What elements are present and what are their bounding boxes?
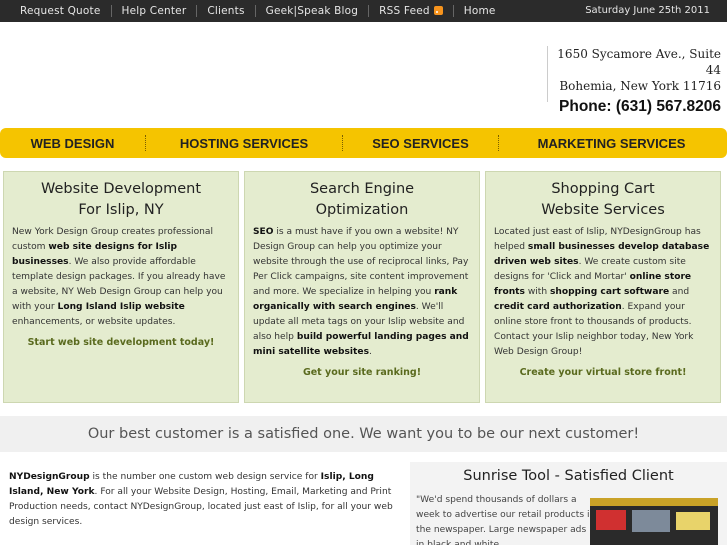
top-bar: Request Quote Help Center Clients Geek|S…: [0, 0, 727, 22]
main-nav: WEB DESIGN HOSTING SERVICES SEO SERVICES…: [0, 128, 727, 158]
column-body: New York Design Group creates profession…: [12, 225, 230, 330]
text: .: [368, 347, 372, 357]
rss-icon: [433, 6, 443, 15]
column-seo: Search Engine Optimization SEO is a must…: [244, 171, 480, 403]
testimonial-quote: "We'd spend thousands of dollars a week …: [416, 495, 596, 545]
current-date: Saturday June 25th 2011: [585, 5, 710, 16]
main-nav-marketing-services[interactable]: MARKETING SERVICES: [499, 136, 724, 151]
main-nav-seo-services[interactable]: SEO SERVICES: [343, 136, 498, 151]
nav-help-center[interactable]: Help Center: [112, 5, 197, 17]
address-divider: [547, 46, 548, 102]
address-street: 1650 Sycamore Ave., Suite 44: [557, 47, 721, 77]
column-body: Located just east of Islip, NYDesignGrou…: [494, 225, 712, 360]
text: with: [524, 287, 551, 297]
testimonial-panel: Sunrise Tool - Satisfied Client "We'd sp…: [410, 462, 727, 545]
column-shopping-cart: Shopping Cart Website Services Located j…: [485, 171, 721, 403]
keyword: credit card authorization: [494, 302, 622, 312]
client-screenshot-image[interactable]: [590, 498, 718, 545]
image-product: [596, 510, 626, 530]
text: and: [669, 287, 690, 297]
nav-rss-label: RSS Feed: [379, 5, 430, 17]
column-title-line1: Website Development: [40, 181, 202, 197]
column-title: Shopping Cart Website Services: [494, 179, 712, 221]
top-nav: Request Quote Help Center Clients Geek|S…: [10, 0, 506, 22]
contact-address: 1650 Sycamore Ave., Suite 44 Bohemia, Ne…: [547, 46, 723, 115]
column-title-line1: Search Engine: [309, 181, 415, 197]
image-header-stripe: [590, 498, 718, 506]
main-nav-hosting-services[interactable]: HOSTING SERVICES: [146, 136, 342, 151]
image-product: [632, 510, 670, 532]
nav-clients[interactable]: Clients: [197, 5, 254, 17]
main-nav-web-design[interactable]: WEB DESIGN: [0, 136, 145, 151]
column-title: Search Engine Optimization: [253, 179, 471, 221]
nav-rss-feed[interactable]: RSS Feed: [369, 5, 453, 17]
keyword: shopping cart software: [550, 287, 670, 297]
column-title-line2: For Islip, NY: [78, 202, 164, 218]
create-store-link[interactable]: Create your virtual store front!: [494, 367, 712, 378]
nav-request-quote[interactable]: Request Quote: [10, 5, 111, 17]
keyword: Long Island Islip website: [57, 302, 185, 312]
company-name: NYDesignGroup: [9, 472, 90, 482]
intro-paragraph: NYDesignGroup is the number one custom w…: [9, 470, 395, 530]
address-city: Bohemia, New York 11716: [559, 79, 721, 93]
column-website-development: Website Development For Islip, NY New Yo…: [3, 171, 239, 403]
get-ranking-link[interactable]: Get your site ranking!: [253, 367, 471, 378]
tagline-banner: Our best customer is a satisfied one. We…: [0, 416, 727, 452]
keyword: SEO: [253, 227, 274, 237]
image-product: [676, 512, 710, 530]
phone-number: Phone: (631) 567.8206: [559, 98, 721, 115]
nav-geekspeak-blog[interactable]: Geek|Speak Blog: [256, 5, 369, 17]
column-body: SEO is a must have if you own a website!…: [253, 225, 471, 360]
column-title: Website Development For Islip, NY: [12, 179, 230, 221]
nav-home[interactable]: Home: [454, 5, 506, 17]
column-title-line1: Shopping Cart: [551, 181, 655, 197]
text: enhancements, or website updates.: [12, 317, 176, 327]
column-title-line2: Website Services: [541, 202, 665, 218]
testimonial-title: Sunrise Tool - Satisfied Client: [463, 468, 674, 484]
text: is the number one custom web design serv…: [89, 472, 321, 482]
column-title-line2: Optimization: [315, 202, 409, 218]
start-development-link[interactable]: Start web site development today!: [12, 337, 230, 348]
